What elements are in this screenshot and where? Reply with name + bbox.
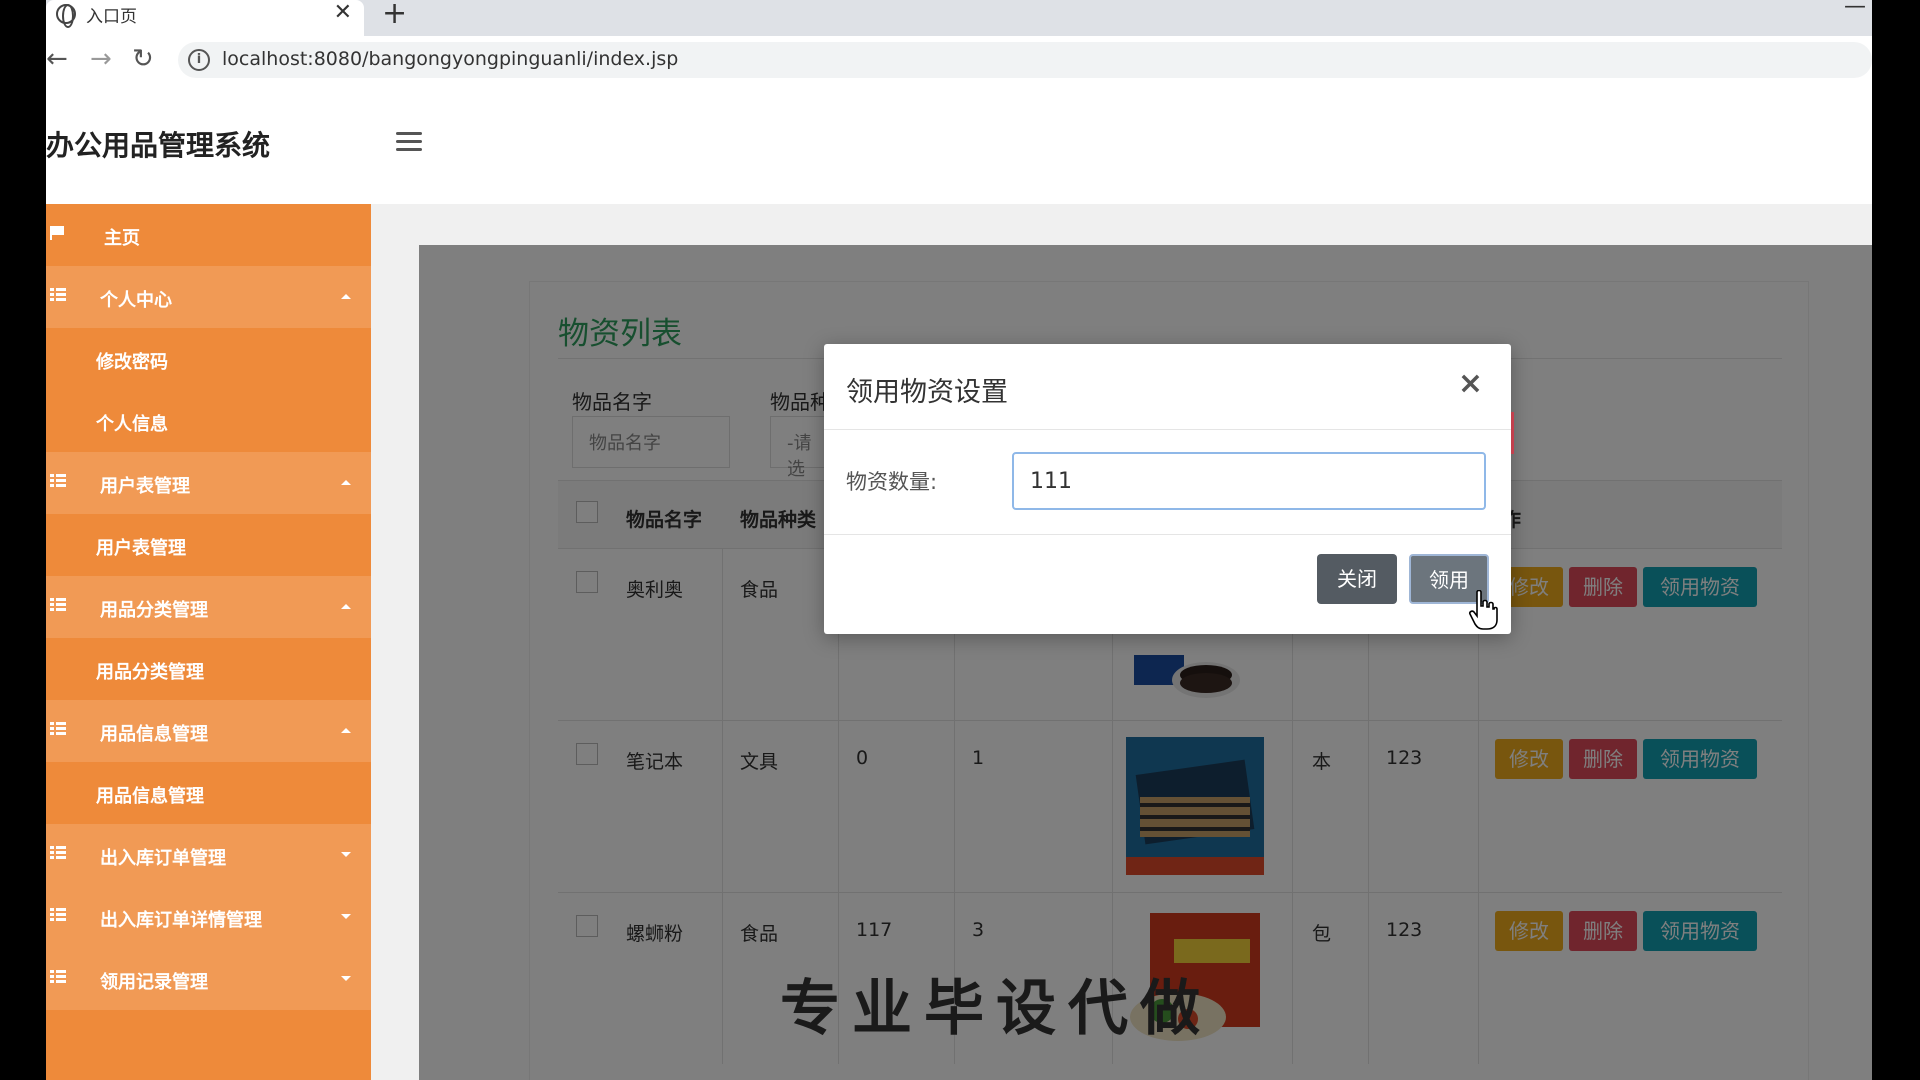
sidebar: 主页 个人中心 修改密码 个人信息 用户表管理 用户表管理 用品分类管理 用品分类管理 用品信息… xyxy=(46,204,371,1080)
caret-up-icon xyxy=(341,480,351,485)
sidebar-item-label: 主页 xyxy=(104,228,140,249)
back-arrow-icon[interactable]: ← xyxy=(46,44,68,74)
sidebar-item-label: 个人信息 xyxy=(96,414,168,435)
sidebar-item[interactable]: 领用记录管理 xyxy=(46,948,371,1010)
browser-tabstrip: 入口页 ✕ + — xyxy=(46,0,1872,36)
caret-up-icon xyxy=(341,604,351,609)
hand-cursor-icon xyxy=(1469,590,1498,630)
caret-down-icon xyxy=(341,976,351,981)
sidebar-item[interactable]: 主页 xyxy=(46,204,371,266)
new-tab-button[interactable]: + xyxy=(382,0,407,31)
sidebar-item[interactable]: 用品信息管理 xyxy=(46,700,371,762)
sidebar-item-label: 出入库订单管理 xyxy=(100,848,226,869)
grid-icon xyxy=(50,908,66,922)
watermark: 专业毕设代做 xyxy=(780,974,1212,1044)
info-icon[interactable]: i xyxy=(188,49,210,71)
sidebar-item[interactable]: 用品信息管理 xyxy=(46,762,371,824)
tab-close-icon[interactable]: ✕ xyxy=(334,0,352,25)
reload-icon[interactable]: ↻ xyxy=(132,44,154,74)
sidebar-item[interactable]: 用户表管理 xyxy=(46,514,371,576)
dialog-header: 领用物资设置 × xyxy=(824,344,1511,430)
tab-title: 入口页 xyxy=(86,7,137,27)
app-title: 办公用品管理系统 xyxy=(46,129,271,162)
sidebar-item-label: 出入库订单详情管理 xyxy=(100,910,262,931)
app-header: 办公用品管理系统 xyxy=(46,84,1872,204)
sidebar-item-label: 用品信息管理 xyxy=(96,786,204,807)
sidebar-item[interactable]: 用户表管理 xyxy=(46,452,371,514)
take-item-dialog: 领用物资设置 × 物资数量: 关闭 领用 xyxy=(824,344,1511,634)
grid-icon xyxy=(50,474,66,488)
sidebar-item[interactable]: 个人信息 xyxy=(46,390,371,452)
quantity-label: 物资数量: xyxy=(846,470,938,494)
url-text: localhost:8080/bangongyongpinguanli/inde… xyxy=(222,48,679,70)
sidebar-item-label: 用品分类管理 xyxy=(96,662,204,683)
flag-icon xyxy=(50,226,66,240)
grid-icon xyxy=(50,722,66,736)
forward-arrow-icon[interactable]: → xyxy=(90,44,112,74)
sidebar-item[interactable]: 修改密码 xyxy=(46,328,371,390)
grid-icon xyxy=(50,970,66,984)
caret-down-icon xyxy=(341,852,351,857)
divider xyxy=(824,534,1511,535)
quantity-input[interactable] xyxy=(1012,452,1486,510)
sidebar-item-label: 用户表管理 xyxy=(96,538,186,559)
address-bar[interactable]: i localhost:8080/bangongyongpinguanli/in… xyxy=(178,42,1872,78)
minimize-button[interactable]: — xyxy=(1844,0,1866,19)
grid-icon xyxy=(50,846,66,860)
globe-icon xyxy=(56,4,76,28)
sidebar-item[interactable]: 出入库订单详情管理 xyxy=(46,886,371,948)
sidebar-item-label: 用品分类管理 xyxy=(100,600,208,621)
caret-up-icon xyxy=(341,728,351,733)
sidebar-item-label: 修改密码 xyxy=(96,352,168,373)
screen: 入口页 ✕ + — ← → ↻ i localhost:8080/bangong… xyxy=(0,0,1920,1080)
sidebar-item-label: 用户表管理 xyxy=(100,476,190,497)
grid-icon xyxy=(50,598,66,612)
menu-toggle-icon[interactable] xyxy=(396,132,422,152)
sidebar-item-label: 个人中心 xyxy=(100,290,172,311)
sidebar-item-label: 领用记录管理 xyxy=(100,972,208,993)
close-icon[interactable]: × xyxy=(1458,366,1483,401)
browser-toolbar: ← → ↻ i localhost:8080/bangongyongpingua… xyxy=(46,36,1872,84)
browser-tab[interactable]: 入口页 ✕ xyxy=(46,0,364,36)
sidebar-item[interactable]: 用品分类管理 xyxy=(46,638,371,700)
caret-up-icon xyxy=(341,294,351,299)
sidebar-item-label: 用品信息管理 xyxy=(100,724,208,745)
sidebar-item[interactable]: 个人中心 xyxy=(46,266,371,328)
sidebar-item[interactable]: 用品分类管理 xyxy=(46,576,371,638)
sidebar-item[interactable]: 出入库订单管理 xyxy=(46,824,371,886)
grid-icon xyxy=(50,288,66,302)
close-button[interactable]: 关闭 xyxy=(1317,554,1397,604)
caret-down-icon xyxy=(341,914,351,919)
dialog-title: 领用物资设置 xyxy=(846,377,1008,408)
